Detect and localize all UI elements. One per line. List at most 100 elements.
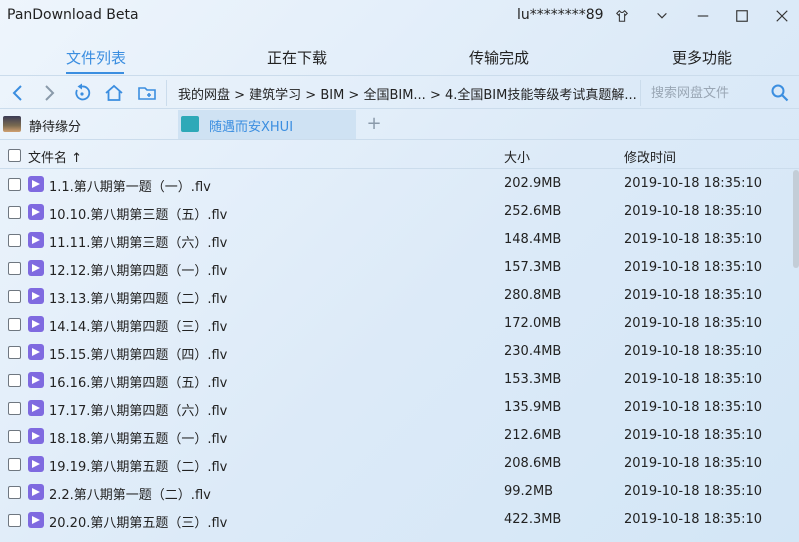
file-size: 157.3MB: [504, 260, 562, 275]
video-file-icon: [28, 260, 44, 276]
row-checkbox[interactable]: [8, 430, 21, 443]
row-checkbox[interactable]: [8, 514, 21, 527]
file-size: 252.6MB: [504, 204, 562, 219]
file-list: 1.1.第八期第一题（一）.flv 202.9MB 2019-10-18 18:35…: [0, 170, 799, 542]
file-size: 422.3MB: [504, 512, 562, 527]
select-all-checkbox[interactable]: [8, 149, 21, 162]
forward-icon[interactable]: [38, 82, 60, 104]
table-row[interactable]: 16.16.第八期第四题（五）.flv 153.3MB 2019-10-18 18:…: [0, 366, 793, 394]
column-header-name[interactable]: 文件名 ↑: [28, 147, 82, 166]
video-file-icon: [28, 512, 44, 528]
back-icon[interactable]: [7, 82, 29, 104]
file-size: 172.0MB: [504, 316, 562, 331]
table-row[interactable]: 11.11.第八期第三题（六）.flv 148.4MB 2019-10-18 18:…: [0, 226, 793, 254]
table-row[interactable]: 12.12.第八期第四题（一）.flv 157.3MB 2019-10-18 18:…: [0, 254, 793, 282]
table-row[interactable]: 14.14.第八期第四题（三）.flv 172.0MB 2019-10-18 18:…: [0, 310, 793, 338]
row-checkbox[interactable]: [8, 234, 21, 247]
account-tab-1[interactable]: 静待缘分: [0, 110, 175, 139]
table-row[interactable]: 19.19.第八期第五题（二）.flv 208.6MB 2019-10-18 18:…: [0, 450, 793, 478]
maximize-icon[interactable]: [730, 4, 754, 28]
tab-completed[interactable]: 传输完成: [469, 47, 529, 68]
file-time: 2019-10-18 18:35:10: [624, 512, 763, 527]
row-checkbox[interactable]: [8, 402, 21, 415]
table-row[interactable]: 10.10.第八期第三题（五）.flv 252.6MB 2019-10-18 18:…: [0, 198, 793, 226]
table-row[interactable]: 18.18.第八期第五题（一）.flv 212.6MB 2019-10-18 18:…: [0, 422, 793, 450]
row-checkbox[interactable]: [8, 458, 21, 471]
active-tab-indicator: [66, 72, 124, 74]
row-checkbox[interactable]: [8, 262, 21, 275]
file-time: 2019-10-18 18:35:10: [624, 484, 763, 499]
chevron-down-icon[interactable]: [650, 4, 674, 28]
video-file-icon: [28, 372, 44, 388]
row-checkbox[interactable]: [8, 486, 21, 499]
file-time: 2019-10-18 18:35:10: [624, 428, 763, 443]
skin-icon[interactable]: [610, 4, 634, 28]
file-time: 2019-10-18 18:35:10: [624, 260, 763, 275]
file-name: 10.10.第八期第三题（五）.flv: [49, 208, 228, 223]
account-name: 静待缘分: [29, 120, 82, 135]
file-name: 14.14.第八期第四题（三）.flv: [49, 320, 228, 335]
file-name: 20.20.第八期第五题（三）.flv: [49, 516, 228, 531]
file-name: 17.17.第八期第四题（六）.flv: [49, 404, 228, 419]
refresh-icon[interactable]: [71, 82, 93, 104]
file-time: 2019-10-18 18:35:10: [624, 316, 763, 331]
minimize-icon[interactable]: [691, 4, 715, 28]
row-checkbox[interactable]: [8, 290, 21, 303]
file-time: 2019-10-18 18:35:10: [624, 400, 763, 415]
column-header-time[interactable]: 修改时间: [624, 147, 676, 166]
table-row[interactable]: 13.13.第八期第四题（二）.flv 280.8MB 2019-10-18 18:…: [0, 282, 793, 310]
video-file-icon: [28, 176, 44, 192]
new-folder-icon[interactable]: [136, 82, 158, 104]
row-checkbox[interactable]: [8, 206, 21, 219]
file-time: 2019-10-18 18:35:10: [624, 344, 763, 359]
tab-file-list[interactable]: 文件列表: [66, 47, 126, 68]
list-header: 文件名 ↑ 大小 修改时间: [0, 141, 799, 169]
home-icon[interactable]: [103, 82, 125, 104]
add-account-button[interactable]: +: [364, 112, 384, 136]
column-header-size[interactable]: 大小: [504, 147, 530, 166]
account-name: 随遇而安XHUI: [209, 120, 294, 135]
file-size: 99.2MB: [504, 484, 554, 499]
vertical-scrollbar[interactable]: [793, 170, 799, 542]
file-name: 2.2.第八期第一题（二）.flv: [49, 488, 211, 503]
tab-downloading[interactable]: 正在下载: [267, 47, 327, 68]
file-name: 16.16.第八期第四题（五）.flv: [49, 376, 228, 391]
file-name: 13.13.第八期第四题（二）.flv: [49, 292, 228, 307]
row-checkbox[interactable]: [8, 346, 21, 359]
video-file-icon: [28, 288, 44, 304]
scrollbar-thumb[interactable]: [793, 170, 799, 268]
file-name: 11.11.第八期第三题（六）.flv: [49, 236, 228, 251]
file-size: 153.3MB: [504, 372, 562, 387]
row-checkbox[interactable]: [8, 318, 21, 331]
table-row[interactable]: 15.15.第八期第四题（四）.flv 230.4MB 2019-10-18 18:…: [0, 338, 793, 366]
table-row[interactable]: 1.1.第八期第一题（一）.flv 202.9MB 2019-10-18 18:35…: [0, 170, 793, 198]
row-checkbox[interactable]: [8, 374, 21, 387]
title-bar: PanDownload Beta lu********89: [0, 0, 799, 32]
file-time: 2019-10-18 18:35:10: [624, 176, 763, 191]
video-file-icon: [28, 344, 44, 360]
toolbar: 我的网盘 > 建筑学习 > BIM > 全国BIM... > 4.全国BIM技能…: [0, 75, 799, 109]
row-checkbox[interactable]: [8, 178, 21, 191]
table-row[interactable]: 20.20.第八期第五题（三）.flv 422.3MB 2019-10-18 18:…: [0, 506, 793, 534]
search-input[interactable]: [651, 80, 771, 106]
file-size: 202.9MB: [504, 176, 562, 191]
toolbar-divider: [166, 80, 167, 106]
tab-more-features[interactable]: 更多功能: [672, 47, 732, 68]
file-size: 280.8MB: [504, 288, 562, 303]
search-icon[interactable]: [770, 83, 790, 103]
account-tab-2[interactable]: 随遇而安XHUI: [178, 110, 356, 139]
account-tabs: 静待缘分 随遇而安XHUI +: [0, 110, 799, 140]
breadcrumb[interactable]: 我的网盘 > 建筑学习 > BIM > 全国BIM... > 4.全国BIM技能…: [178, 84, 637, 103]
video-file-icon: [28, 204, 44, 220]
username[interactable]: lu********89: [517, 7, 604, 23]
video-file-icon: [28, 456, 44, 472]
file-time: 2019-10-18 18:35:10: [624, 456, 763, 471]
table-row[interactable]: 17.17.第八期第四题（六）.flv 135.9MB 2019-10-18 18:…: [0, 394, 793, 422]
file-name: 15.15.第八期第四题（四）.flv: [49, 348, 228, 363]
file-size: 135.9MB: [504, 400, 562, 415]
pandownload-window: PanDownload Beta lu********89 文件列表 正在下载 …: [0, 0, 799, 542]
table-row[interactable]: 2.2.第八期第一题（二）.flv 99.2MB 2019-10-18 18:35:…: [0, 478, 793, 506]
close-icon[interactable]: [770, 4, 794, 28]
avatar: [181, 116, 199, 132]
file-size: 148.4MB: [504, 232, 562, 247]
